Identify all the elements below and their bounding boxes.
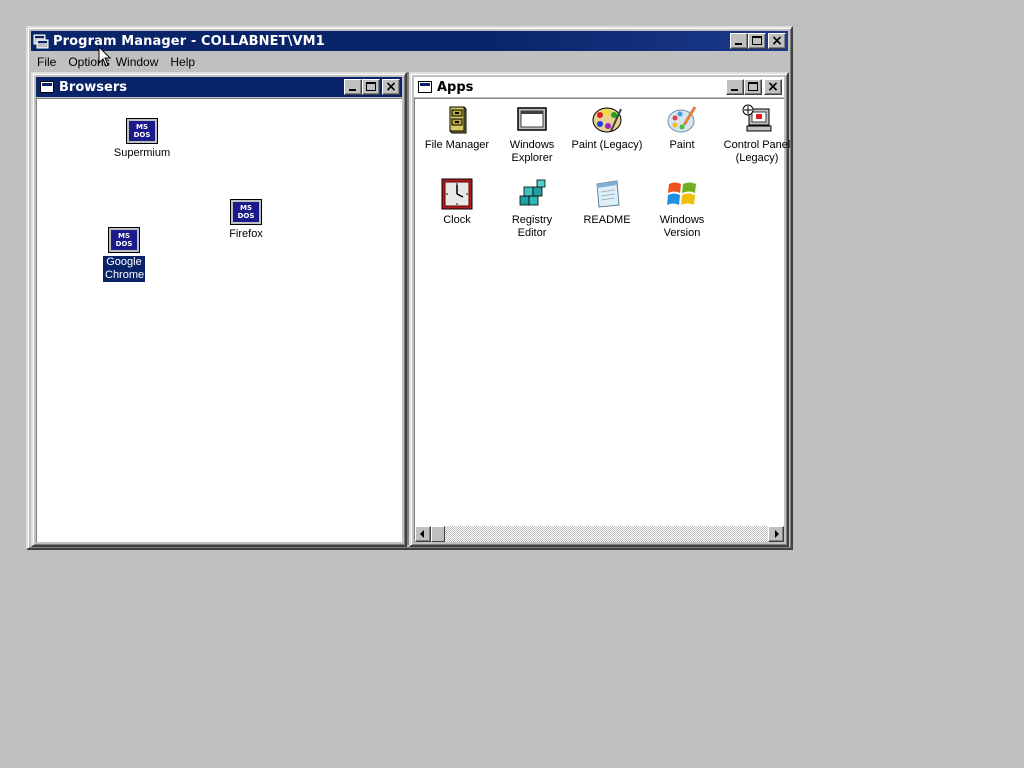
close-icon: × (771, 33, 783, 49)
program-item-label: Paint (669, 139, 695, 151)
program-item-label: Paint (Legacy) (571, 139, 643, 151)
apps-maximize-button[interactable] (744, 79, 762, 95)
maximize-button[interactable] (748, 33, 766, 49)
program-item-label: Windows Version (659, 214, 705, 239)
paint-brush-icon (666, 103, 698, 135)
control-panel-icon (741, 103, 773, 135)
program-item-registry-editor[interactable]: Registry Editor (494, 178, 570, 240)
program-item-google-chrome[interactable]: MS DOS Google Chrome (86, 224, 162, 282)
program-item-label: Clock (443, 214, 471, 226)
msdos-icon: MS DOS (108, 227, 140, 253)
msdos-icon: MS DOS (230, 199, 262, 225)
windows-logo-icon (666, 178, 698, 210)
browsers-minimize-button[interactable] (344, 79, 362, 95)
browsers-client-area: MS DOS Supermium MS DOS Firefox MS DOS Goog… (36, 98, 402, 542)
program-item-label: Google Chrome (103, 256, 145, 282)
horizontal-scrollbar[interactable] (415, 526, 784, 542)
explorer-window-icon (516, 103, 548, 135)
scroll-left-button[interactable] (415, 526, 431, 542)
arrow-right-icon (775, 530, 779, 538)
program-item-label: Control Panel (Legacy) (723, 139, 791, 164)
program-item-label: README (583, 214, 631, 226)
apps-titlebar[interactable]: Apps × (414, 77, 784, 97)
minimize-icon (349, 89, 356, 91)
browsers-title: Browsers (59, 79, 127, 95)
apps-client-area: File Manager Windows Explorer Paint (Leg… (414, 98, 790, 542)
browsers-window: Browsers × MS DOS Supermium MS DOS Firefox… (31, 72, 407, 547)
maximize-icon (748, 82, 758, 91)
arrow-left-icon (420, 530, 424, 538)
program-manager-titlebar[interactable]: Program Manager - COLLABNET\VM1 × (31, 31, 788, 51)
maximize-icon (752, 36, 762, 45)
paint-palette-icon (591, 103, 623, 135)
mouse-cursor-icon (98, 46, 112, 67)
apps-minimize-button[interactable] (726, 79, 744, 95)
clock-icon (441, 178, 473, 210)
close-icon: × (767, 79, 779, 95)
minimize-icon (731, 89, 738, 91)
scroll-right-button[interactable] (768, 526, 784, 542)
msdos-icon: MS DOS (126, 118, 158, 144)
program-item-supermium[interactable]: MS DOS Supermium (104, 115, 180, 160)
program-item-paint-legacy[interactable]: Paint (Legacy) (569, 103, 645, 152)
program-item-label: File Manager (424, 139, 490, 151)
menu-help[interactable]: Help (164, 53, 201, 71)
browsers-titlebar[interactable]: Browsers × (36, 77, 402, 97)
notepad-icon (591, 178, 623, 210)
close-button[interactable]: × (768, 33, 786, 49)
menu-file[interactable]: File (31, 53, 62, 71)
apps-window: Apps × File Manager Windows Explorer Pai… (409, 72, 790, 547)
group-window-icon[interactable] (418, 81, 432, 93)
browsers-close-button[interactable]: × (382, 79, 400, 95)
program-item-label: Windows Explorer (509, 139, 555, 164)
program-item-clock[interactable]: Clock (419, 178, 495, 227)
program-item-label: Supermium (113, 147, 171, 159)
program-item-label: Firefox (229, 228, 263, 240)
program-item-readme[interactable]: README (569, 178, 645, 227)
minimize-icon (735, 43, 742, 45)
scroll-thumb[interactable] (431, 526, 445, 542)
close-icon: × (385, 79, 397, 95)
apps-close-button[interactable]: × (764, 79, 782, 95)
registry-cubes-icon (516, 178, 548, 210)
apps-title: Apps (437, 79, 474, 95)
program-manager-icon[interactable] (33, 33, 49, 49)
program-item-file-manager[interactable]: File Manager (419, 103, 495, 152)
menu-window[interactable]: Window (116, 53, 165, 71)
program-item-firefox[interactable]: MS DOS Firefox (208, 196, 284, 241)
minimize-button[interactable] (730, 33, 748, 49)
menu-bar: File Options Window Help (31, 52, 788, 72)
program-item-control-panel-legacy[interactable]: Control Panel (Legacy) (719, 103, 795, 165)
program-item-windows-explorer[interactable]: Windows Explorer (494, 103, 570, 165)
program-item-windows-version[interactable]: Windows Version (644, 178, 720, 240)
file-cabinet-icon (441, 103, 473, 135)
program-manager-title: Program Manager - COLLABNET\VM1 (53, 33, 325, 49)
maximize-icon (366, 82, 376, 91)
program-item-paint[interactable]: Paint (644, 103, 720, 152)
group-window-icon[interactable] (40, 81, 54, 93)
program-item-label: Registry Editor (511, 214, 553, 239)
browsers-maximize-button[interactable] (362, 79, 380, 95)
